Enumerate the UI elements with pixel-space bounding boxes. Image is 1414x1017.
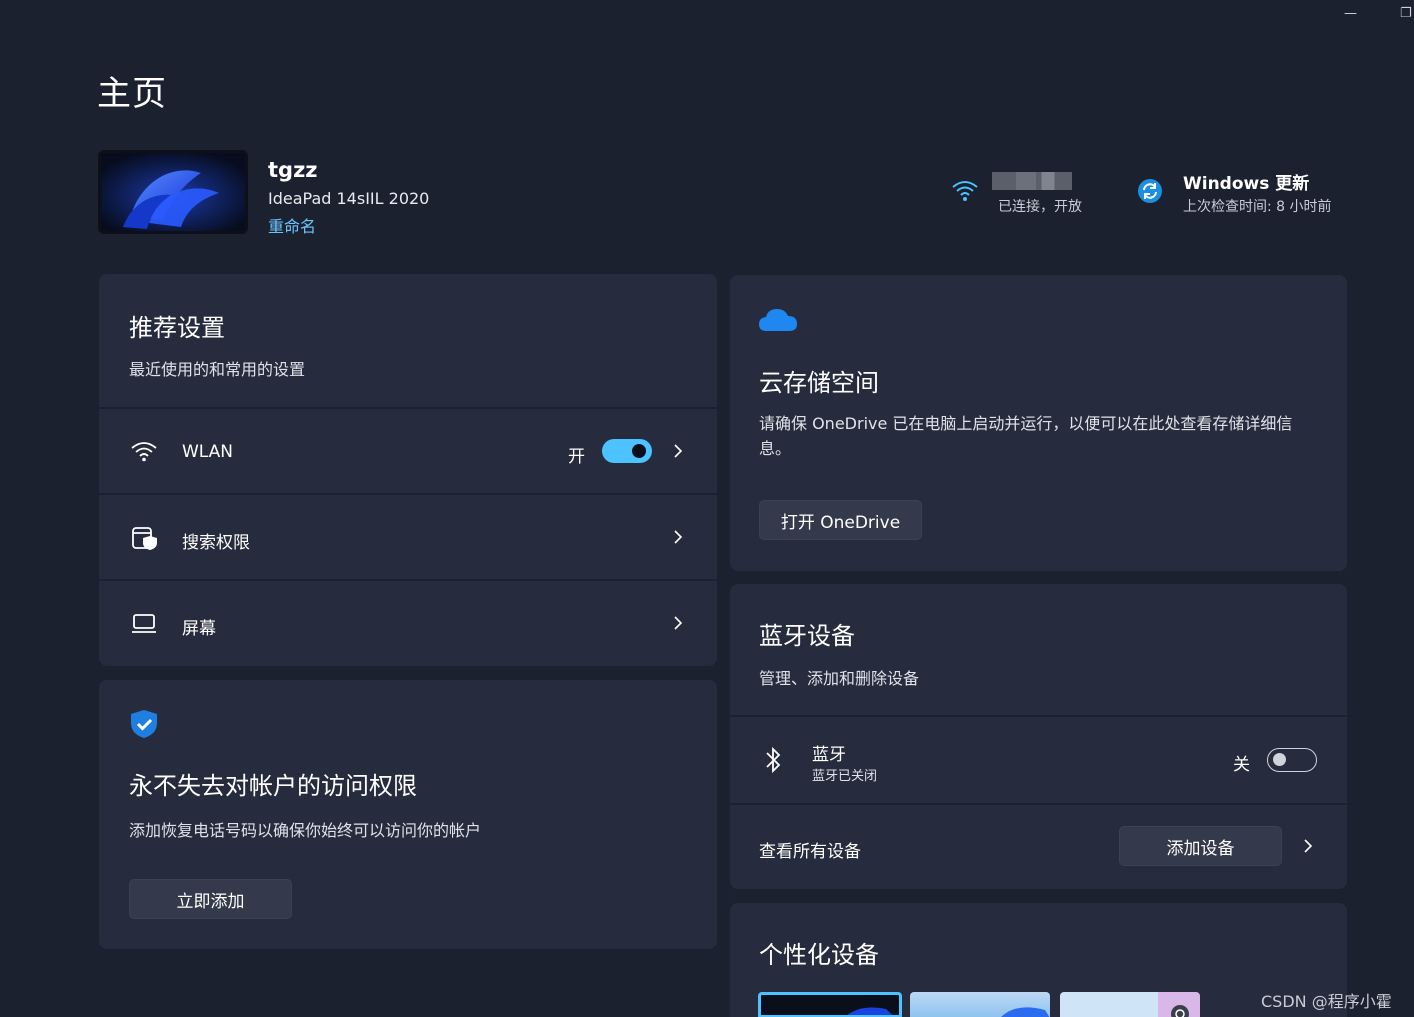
camera-badge-icon [1171,1005,1189,1017]
windows-update-icon[interactable] [1137,178,1163,204]
windows-update-title[interactable]: Windows 更新 [1183,169,1309,194]
onedrive-cloud-icon [759,309,797,331]
search-permissions-row[interactable]: 搜索权限 [99,495,717,579]
device-model: IdeaPad 14sIIL 2020 [268,189,430,208]
chevron-right-icon [674,530,683,544]
chevron-right-icon [674,444,683,458]
watermark: CSDN @程序小霍 [1261,992,1392,1011]
open-onedrive-button[interactable]: 打开 OneDrive [759,500,922,540]
wifi-network-name-redacted [992,172,1072,190]
theme-thumbnail[interactable] [910,992,1050,1017]
theme-thumbnail-selected[interactable] [758,992,902,1017]
view-all-devices-label: 查看所有设备 [759,842,861,862]
chevron-right-icon [1304,839,1313,853]
wlan-state: 开 [568,447,585,467]
bluetooth-label: 蓝牙 [812,745,846,765]
device-wallpaper-thumbnail [98,150,248,234]
card-subtitle: 管理、添加和删除设备 [759,669,920,688]
search-permissions-label: 搜索权限 [182,533,250,553]
theme-thumbnail[interactable] [1060,992,1200,1017]
recommended-settings-card: 推荐设置 最近使用的和常用的设置 WLAN 开 搜索权限 屏幕 [99,274,717,666]
restore-button[interactable]: ❐ [1400,6,1412,21]
device-name: tgzz [268,158,318,182]
card-title: 推荐设置 [129,314,225,342]
wlan-row[interactable]: WLAN 开 [99,409,717,493]
theme-preview-icon [1001,1007,1050,1017]
card-title: 蓝牙设备 [759,622,855,650]
wifi-icon [131,442,157,462]
shield-check-icon [131,710,157,738]
add-now-button[interactable]: 立即添加 [129,879,292,919]
card-title: 个性化设备 [759,941,879,969]
account-access-card: 永不失去对帐户的访问权限 添加恢复电话号码以确保你始终可以访问你的帐户 立即添加 [99,680,717,949]
bluetooth-state: 关 [1233,755,1250,775]
bluetooth-toggle[interactable] [1267,748,1317,772]
windows-bloom-icon [101,153,245,231]
minimize-button[interactable]: — [1344,6,1357,21]
wifi-status: 已连接，开放 [998,199,1082,215]
bluetooth-devices-card: 蓝牙设备 管理、添加和删除设备 蓝牙 蓝牙已关闭 关 查看所有设备 添加设备 [730,584,1347,889]
search-permission-icon [132,527,157,550]
wlan-label: WLAN [182,442,234,462]
bluetooth-row: 蓝牙 蓝牙已关闭 关 [730,717,1347,803]
add-device-button[interactable]: 添加设备 [1119,826,1282,866]
card-subtitle: 请确保 OneDrive 已在电脑上启动并运行，以便可以在此处查看存储详细信息。 [759,414,1293,458]
laptop-icon [132,614,156,633]
card-title: 云存储空间 [759,369,879,397]
theme-preview-icon [847,1007,893,1015]
chevron-right-icon [674,616,683,630]
windows-update-last-check: 上次检查时间: 8 小时前 [1183,199,1332,215]
cloud-storage-card: 云存储空间 请确保 OneDrive 已在电脑上启动并运行，以便可以在此处查看存… [730,275,1347,571]
card-title: 永不失去对帐户的访问权限 [129,772,417,800]
display-row[interactable]: 屏幕 [99,581,717,666]
view-all-devices-row[interactable]: 查看所有设备 添加设备 [730,805,1347,889]
card-subtitle: 最近使用的和常用的设置 [129,360,306,379]
card-subtitle: 添加恢复电话号码以确保你始终可以访问你的帐户 [129,821,482,840]
bluetooth-status: 蓝牙已关闭 [812,769,878,784]
wlan-toggle[interactable] [602,439,652,463]
page-title: 主页 [97,74,167,114]
rename-link[interactable]: 重命名 [268,213,316,237]
wifi-icon[interactable] [951,178,979,202]
bluetooth-icon [766,746,781,774]
display-label: 屏幕 [182,619,216,639]
